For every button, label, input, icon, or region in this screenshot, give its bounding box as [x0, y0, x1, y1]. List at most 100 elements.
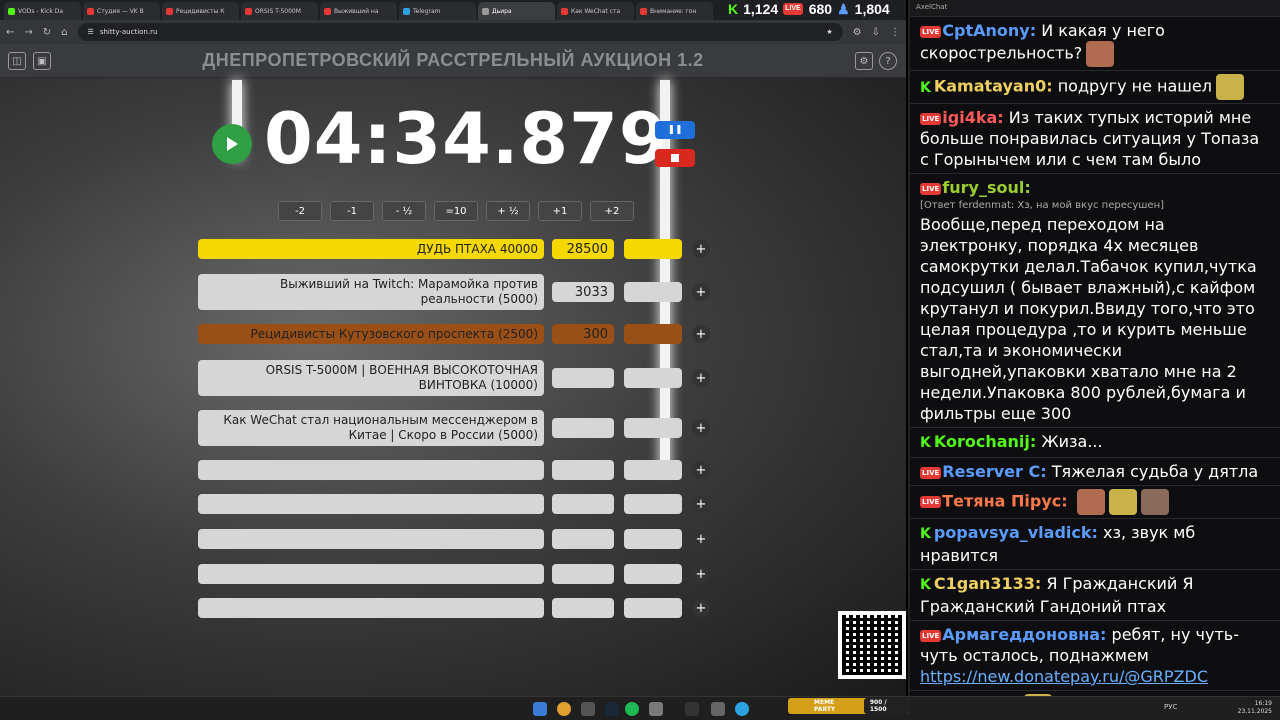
browser-tab[interactable]: ORSIS T-5000M	[241, 2, 318, 20]
add-to-lot-button[interactable]: +	[692, 325, 710, 343]
download-icon[interactable]: ⇩	[872, 27, 880, 38]
lot-name-input[interactable]	[198, 598, 544, 618]
browser-tab[interactable]: VODs - Kick Da	[4, 2, 81, 20]
chat-username[interactable]: Korochanij:	[934, 432, 1036, 451]
lot-amount-input[interactable]	[552, 418, 614, 438]
steam-icon[interactable]	[605, 702, 619, 716]
lot-name-input[interactable]	[198, 460, 544, 480]
forward-icon[interactable]: →	[24, 27, 32, 38]
play-button[interactable]	[212, 124, 252, 164]
chat-username[interactable]: Тетяна Пірус:	[942, 492, 1067, 511]
explorer-icon[interactable]	[581, 702, 595, 716]
lot-amount-input[interactable]	[552, 368, 614, 388]
lot-name-input[interactable]	[198, 529, 544, 549]
time-adjust-button[interactable]: +2	[590, 201, 634, 221]
time-adjust-button[interactable]: - ½	[382, 201, 426, 221]
clock[interactable]: 16:19 23.11.2025	[1238, 700, 1272, 716]
lot-amount-input[interactable]: 3033	[552, 282, 614, 302]
time-adjust-button[interactable]: -2	[278, 201, 322, 221]
url-field[interactable]: ☰ shitty-auction.ru ★	[77, 23, 843, 41]
bookmark-icon[interactable]: ★	[826, 28, 832, 36]
chat-username[interactable]: C1gan3133:	[934, 574, 1041, 593]
app-icon[interactable]	[649, 702, 663, 716]
lot-amount-input[interactable]	[552, 460, 614, 480]
chat-username[interactable]: CptAnony:	[942, 21, 1036, 40]
stop-button[interactable]	[655, 149, 695, 167]
site-info-icon[interactable]: ☰	[88, 28, 94, 36]
lot-name-input[interactable]: ДУДЬ ПТАХА 40000	[198, 239, 544, 259]
tab-favicon-icon	[8, 7, 15, 15]
lot-add-amount-input[interactable]	[624, 368, 682, 388]
chat-username[interactable]: popavsya_vladick:	[934, 523, 1098, 542]
chat-username[interactable]: igi4ka:	[942, 108, 1003, 127]
add-to-lot-button[interactable]: +	[692, 599, 710, 617]
help-icon[interactable]: ?	[879, 52, 897, 70]
browser-tab[interactable]: Студия — VK В	[83, 2, 160, 20]
emote-icon	[1140, 489, 1169, 515]
obs-icon[interactable]	[685, 702, 699, 716]
chat-text: Вообще,перед переходом на электронку, по…	[920, 215, 1257, 423]
browser-icon[interactable]	[557, 702, 571, 716]
lot-add-amount-input[interactable]	[624, 324, 682, 344]
lot-amount-input[interactable]	[552, 529, 614, 549]
add-to-lot-button[interactable]: +	[692, 565, 710, 583]
add-to-lot-button[interactable]: +	[692, 495, 710, 513]
lot-amount-input[interactable]: 28500	[552, 239, 614, 259]
lot-add-amount-input[interactable]	[624, 494, 682, 514]
browser-tab[interactable]: Выживший на	[320, 2, 397, 20]
time-adjust-button[interactable]: +1	[538, 201, 582, 221]
lot-name-input[interactable]	[198, 494, 544, 514]
chat-username[interactable]: Kamatayan0:	[934, 77, 1053, 96]
chat-reply-quote: [Ответ ferdenmat: Хз, на мой вкус пересу…	[920, 200, 1165, 211]
chat-username[interactable]: Reserver C:	[942, 462, 1046, 481]
settings-icon[interactable]: ⚙	[855, 52, 873, 70]
add-to-lot-button[interactable]: +	[692, 283, 710, 301]
lot-name-input[interactable]: Выживший на Twitch: Марамойка против реа…	[198, 274, 544, 310]
browser-tab[interactable]: Telegram	[399, 2, 476, 20]
chat-username[interactable]: Армагеддоновна:	[942, 625, 1106, 644]
menu-icon[interactable]: ⋮	[890, 27, 900, 38]
language-indicator[interactable]: РУС	[1164, 703, 1177, 711]
reload-icon[interactable]: ↻	[43, 27, 51, 38]
lot-add-amount-input[interactable]	[624, 460, 682, 480]
lot-add-amount-input[interactable]	[624, 282, 682, 302]
lot-add-amount-input[interactable]	[624, 564, 682, 584]
chat-username[interactable]: fury_soul:	[942, 178, 1030, 197]
lot-name-input[interactable]	[198, 564, 544, 584]
donate-link[interactable]: https://new.donatepay.ru/@GRPZDC	[920, 666, 1270, 687]
kick-badge-icon: K	[920, 577, 931, 593]
browser-tab[interactable]: Рецидивисты К	[162, 2, 239, 20]
time-adjust-button[interactable]: + ½	[486, 201, 530, 221]
lot-amount-input[interactable]	[552, 494, 614, 514]
add-to-lot-button[interactable]: +	[692, 419, 710, 437]
tab-favicon-icon	[245, 7, 252, 15]
home-icon[interactable]: ⌂	[61, 27, 67, 38]
lot-row: Выживший на Twitch: Марамойка против реа…	[198, 274, 710, 310]
spotify-icon[interactable]	[625, 702, 639, 716]
tool-icon[interactable]	[711, 702, 725, 716]
browser-tab[interactable]: Дьира	[478, 2, 555, 20]
start-icon[interactable]	[533, 702, 547, 716]
lot-add-amount-input[interactable]	[624, 418, 682, 438]
extensions-icon[interactable]: ⚙	[853, 27, 862, 38]
add-to-lot-button[interactable]: +	[692, 369, 710, 387]
add-to-lot-button[interactable]: +	[692, 240, 710, 258]
lot-add-amount-input[interactable]	[624, 598, 682, 618]
lot-amount-input[interactable]	[552, 564, 614, 584]
telegram-icon[interactable]	[735, 702, 749, 716]
time-adjust-button[interactable]: -1	[330, 201, 374, 221]
lot-name-input[interactable]: ORSIS T-5000M | ВОЕННАЯ ВЫСОКОТОЧНАЯ ВИН…	[198, 360, 544, 396]
add-to-lot-button[interactable]: +	[692, 530, 710, 548]
lot-amount-input[interactable]: 300	[552, 324, 614, 344]
browser-tab[interactable]: Внимание: гон	[636, 2, 713, 20]
lot-add-amount-input[interactable]	[624, 529, 682, 549]
pause-button[interactable]: ❚❚	[655, 121, 695, 139]
lot-name-input[interactable]: Рецидивисты Кутузовского проспекта (2500…	[198, 324, 544, 344]
add-to-lot-button[interactable]: +	[692, 461, 710, 479]
lot-add-amount-input[interactable]	[624, 239, 682, 259]
lot-name-input[interactable]: Как WeChat стал национальным мессенджеро…	[198, 410, 544, 446]
lot-amount-input[interactable]	[552, 598, 614, 618]
back-icon[interactable]: ←	[6, 27, 14, 38]
browser-tab[interactable]: Как WeChat ста	[557, 2, 634, 20]
time-adjust-button[interactable]: =10	[434, 201, 478, 221]
